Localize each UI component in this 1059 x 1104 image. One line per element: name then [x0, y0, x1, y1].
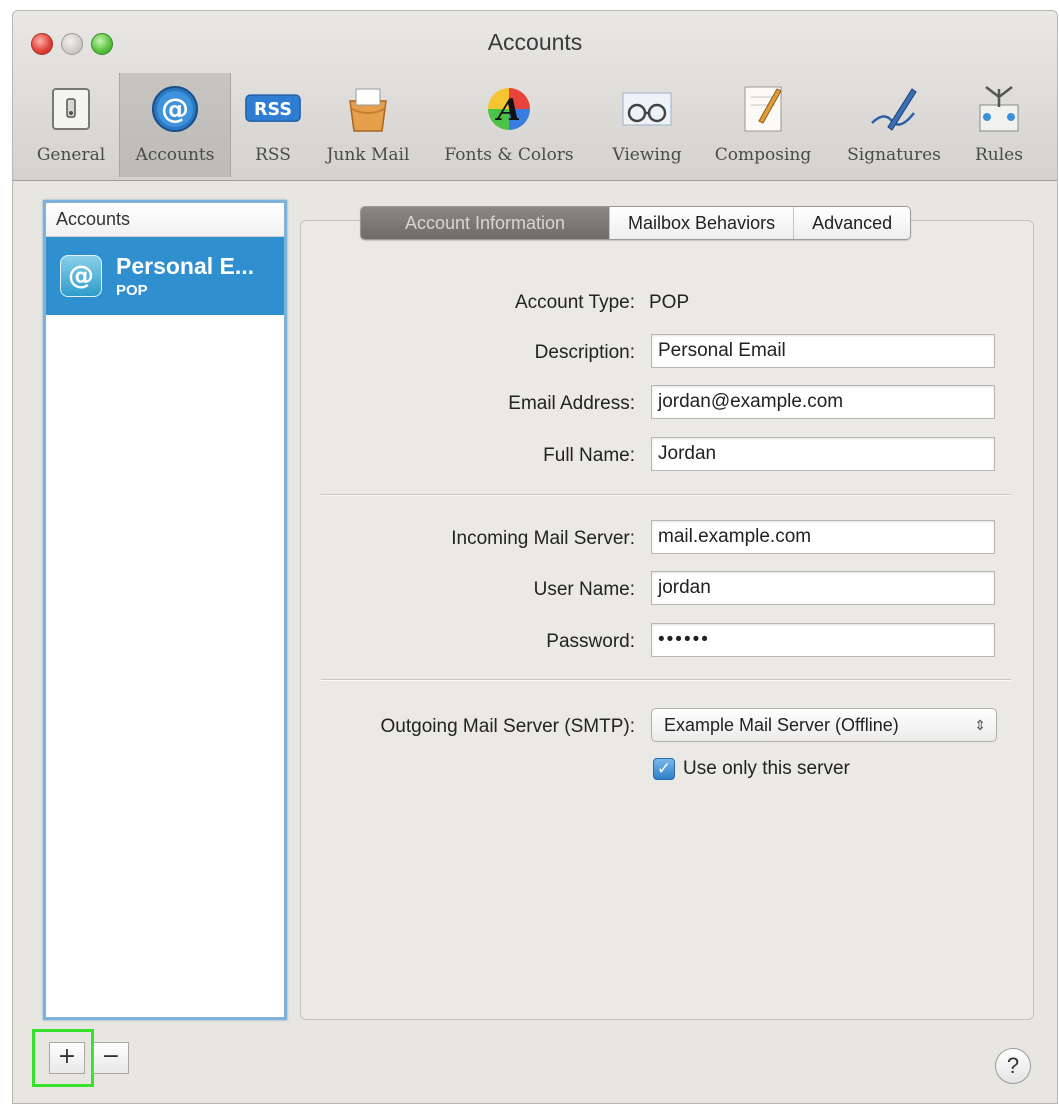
- incoming-server-field[interactable]: mail.example.com: [651, 520, 995, 554]
- toolbar-label: Viewing: [612, 145, 682, 165]
- junk-mail-icon: [340, 81, 396, 137]
- section-divider: [321, 679, 1011, 681]
- account-name: Personal E...: [116, 253, 255, 279]
- preferences-window: Accounts General @ Accounts RSS RSS Junk…: [12, 10, 1058, 1104]
- window-title: Accounts: [487, 29, 583, 55]
- toolbar-label: Accounts: [135, 145, 215, 165]
- use-only-server-label: Use only this server: [683, 758, 850, 779]
- toolbar-composing[interactable]: Composing: [701, 73, 825, 177]
- toolbar-label: RSS: [255, 145, 291, 165]
- account-type-label: Account Type:: [514, 292, 635, 313]
- accounts-list[interactable]: Accounts @ Personal E... POP: [43, 200, 287, 1020]
- section-divider: [321, 494, 1011, 496]
- help-button[interactable]: ?: [995, 1048, 1031, 1084]
- toolbar-label: Junk Mail: [326, 145, 410, 165]
- smtp-server-select[interactable]: Example Mail Server (Offline) ⇕: [651, 708, 997, 742]
- full-name-field[interactable]: Jordan: [651, 437, 995, 471]
- description-label: Description:: [534, 342, 635, 363]
- toolbar-rules[interactable]: Rules: [961, 73, 1037, 177]
- toolbar-signatures[interactable]: Signatures: [835, 73, 953, 177]
- email-address-field[interactable]: jordan@example.com: [651, 385, 995, 419]
- signature-pen-icon: [866, 81, 922, 137]
- toolbar-viewing[interactable]: Viewing: [601, 73, 693, 177]
- user-name-field[interactable]: jordan: [651, 571, 995, 605]
- toolbar-label: Rules: [975, 145, 1023, 165]
- svg-text:@: @: [161, 92, 189, 125]
- remove-account-button[interactable]: −: [93, 1042, 129, 1074]
- incoming-server-label: Incoming Mail Server:: [451, 528, 635, 549]
- composing-pen-icon: [735, 81, 791, 137]
- password-field[interactable]: ••••••: [651, 623, 995, 657]
- viewing-glasses-icon: [619, 81, 675, 137]
- title-bar: Accounts General @ Accounts RSS RSS Junk…: [13, 11, 1057, 181]
- select-arrows-icon: ⇕: [974, 717, 986, 733]
- tab-advanced[interactable]: Advanced: [793, 207, 911, 239]
- full-name-label: Full Name:: [543, 445, 635, 466]
- general-switch-icon: [43, 81, 99, 137]
- toolbar-accounts[interactable]: @ Accounts: [119, 73, 231, 177]
- svg-text:A: A: [494, 93, 520, 128]
- rules-icon: [971, 81, 1027, 137]
- account-row-personal[interactable]: @ Personal E... POP: [46, 237, 284, 315]
- tab-mailbox-behaviors[interactable]: Mailbox Behaviors: [609, 207, 794, 239]
- password-label: Password:: [546, 631, 635, 652]
- toolbar-fonts-colors[interactable]: A Fonts & Colors: [429, 73, 589, 177]
- toolbar-general[interactable]: General: [29, 73, 113, 177]
- content-area: Accounts @ Personal E... POP Account Inf…: [13, 182, 1057, 1103]
- toolbar-rss[interactable]: RSS RSS: [237, 73, 309, 177]
- user-name-label: User Name:: [533, 579, 635, 600]
- svg-text:RSS: RSS: [254, 100, 292, 120]
- tab-account-information[interactable]: Account Information: [361, 207, 609, 239]
- toolbar-label: Fonts & Colors: [444, 145, 574, 165]
- mail-account-icon: @: [60, 255, 102, 297]
- use-only-server-checkbox[interactable]: ✓: [653, 758, 675, 780]
- smtp-server-value: Example Mail Server (Offline): [664, 715, 899, 735]
- toolbar-label: General: [36, 145, 106, 165]
- account-type-value: POP: [649, 292, 690, 313]
- description-field[interactable]: Personal Email: [651, 334, 995, 368]
- fonts-colors-icon: A: [481, 81, 537, 137]
- toolbar-junk-mail[interactable]: Junk Mail: [319, 73, 417, 177]
- smtp-label: Outgoing Mail Server (SMTP):: [380, 716, 635, 737]
- accounts-list-header: Accounts: [46, 203, 284, 237]
- account-tabs: Account Information Mailbox Behaviors Ad…: [360, 206, 912, 240]
- toolbar-label: Signatures: [847, 145, 941, 165]
- toolbar-label: Composing: [714, 145, 812, 165]
- at-sign-icon: @: [147, 81, 203, 137]
- preferences-toolbar: General @ Accounts RSS RSS Junk Mail A F…: [13, 73, 1057, 177]
- account-type: POP: [116, 282, 148, 299]
- add-account-button[interactable]: +: [49, 1042, 85, 1074]
- rss-icon: RSS: [245, 81, 301, 137]
- email-address-label: Email Address:: [508, 393, 635, 414]
